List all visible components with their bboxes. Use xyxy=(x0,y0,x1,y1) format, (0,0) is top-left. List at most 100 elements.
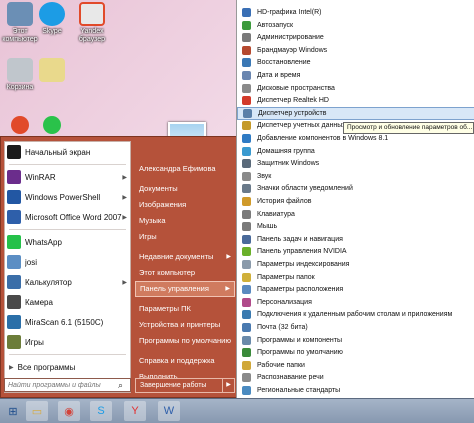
control-panel-item-label: Клавиатура xyxy=(257,210,295,218)
start-menu-item[interactable]: Справка и поддержка xyxy=(135,353,235,369)
program-item[interactable]: WhatsApp xyxy=(5,232,130,252)
program-item[interactable]: Калькулятор ▶ xyxy=(5,272,130,292)
control-panel-item[interactable]: Почта (32 бита) xyxy=(237,321,474,334)
control-panel-item-icon xyxy=(242,310,251,320)
search-box[interactable]: ⌕ xyxy=(4,378,131,392)
start-menu-item[interactable]: Изображения xyxy=(135,197,235,213)
control-panel-item[interactable]: Диспетчер устройств xyxy=(237,106,474,120)
all-programs-button[interactable]: ▶ Все программы xyxy=(5,357,130,377)
start-menu-item[interactable]: Игры xyxy=(135,229,235,245)
control-panel-item-label: Рабочие папки xyxy=(257,361,305,369)
program-label: Microsoft Office Word 2007 xyxy=(25,212,122,222)
yandex-browser-desktop-icon[interactable]: Yandex браузер xyxy=(72,2,112,44)
control-panel-item-label: Брандмауэр Windows xyxy=(257,46,328,54)
program-list: Начальный экран WinRAR ▶ Windows PowerShell… xyxy=(5,142,130,352)
control-panel-item[interactable]: HD-графика Intel(R) xyxy=(237,6,474,19)
start-menu-item[interactable]: Документы xyxy=(135,181,235,197)
start-menu-item[interactable]: Недавние документы ▶ xyxy=(135,249,235,265)
start-menu-item[interactable]: Параметры ПК xyxy=(135,301,235,317)
control-panel-item[interactable]: Программы и компоненты xyxy=(237,334,474,347)
program-label: Камера xyxy=(25,297,53,307)
explorer-taskbar-icon[interactable]: ▭ xyxy=(26,401,48,421)
control-panel-item-icon xyxy=(242,71,251,80)
search-input[interactable] xyxy=(5,380,118,390)
control-panel-item-icon xyxy=(242,33,251,43)
control-panel-item[interactable]: Рабочие папки xyxy=(237,359,474,372)
program-item[interactable]: Windows PowerShell ▶ xyxy=(5,187,130,207)
start-menu-item[interactable]: Программы по умолчанию xyxy=(135,333,235,349)
start-menu: Начальный экран WinRAR ▶ Windows PowerShell… xyxy=(0,136,238,398)
program-item[interactable]: Начальный экран xyxy=(5,142,130,162)
control-panel-item[interactable]: Персонализация xyxy=(237,296,474,309)
control-panel-item[interactable]: Восстановление xyxy=(237,56,474,69)
control-panel-item-icon xyxy=(242,209,251,219)
control-panel-item-label: Дисковые пространства xyxy=(257,84,335,92)
start-button[interactable]: ⊞ xyxy=(2,401,24,421)
control-panel-item[interactable]: Администрирование xyxy=(237,31,474,44)
control-panel-item[interactable]: Домашняя группа xyxy=(237,145,474,158)
shutdown-button[interactable]: Завершение работы ▶ xyxy=(135,378,235,393)
whatsapp-desktop-icon[interactable] xyxy=(32,116,72,136)
control-panel-item[interactable]: Диспетчер Realtek HD xyxy=(237,94,474,107)
control-panel-item[interactable]: Региональные стандарты xyxy=(237,384,474,397)
control-panel-item-icon xyxy=(242,45,251,55)
word-taskbar-icon[interactable]: W xyxy=(158,401,180,421)
control-panel-item[interactable]: Автозапуск xyxy=(237,19,474,32)
places-pane: Александра Ефимова Документы Изображения Му… xyxy=(135,161,235,385)
control-panel-item[interactable]: Распознавание речи xyxy=(237,371,474,384)
control-panel-item-label: Панель управления NVIDIA xyxy=(257,248,347,256)
chevron-right-icon: ▶ xyxy=(122,174,127,181)
program-icon xyxy=(7,275,21,289)
control-panel-item[interactable]: Параметры расположения xyxy=(237,283,474,296)
program-icon xyxy=(7,255,21,269)
control-panel-item[interactable]: Брандмауэр Windows xyxy=(237,44,474,57)
shutdown-options-arrow[interactable]: ▶ xyxy=(222,379,234,392)
control-panel-item[interactable]: Подключения к удаленным рабочим столам и… xyxy=(237,308,474,321)
program-item[interactable]: Microsoft Office Word 2007 ▶ xyxy=(5,207,130,227)
control-panel-item[interactable]: Дисковые пространства xyxy=(237,82,474,95)
folder-desktop-icon[interactable] xyxy=(32,58,72,84)
start-menu-item[interactable]: Панель управления ▶ xyxy=(135,281,235,297)
control-panel-item-icon xyxy=(242,83,251,93)
control-panel-item[interactable]: Значки области уведомлений xyxy=(237,182,474,195)
chrome-taskbar-icon[interactable]: ◉ xyxy=(58,401,80,421)
chevron-right-icon: ▶ xyxy=(122,194,127,201)
program-item[interactable]: MiraScan 6.1 (5150C) xyxy=(5,312,130,332)
taskbar: ⊞ ▭ ◉ S Y W xyxy=(0,398,474,423)
control-panel-item[interactable]: Мышь xyxy=(237,220,474,233)
skype-taskbar-icon[interactable]: S xyxy=(90,401,112,421)
control-panel-item-label: Дата и время xyxy=(257,72,301,79)
control-panel-item[interactable]: Параметры папок xyxy=(237,271,474,284)
program-item[interactable]: Камера xyxy=(5,292,130,312)
yandex-taskbar-icon[interactable]: Y xyxy=(124,401,146,421)
control-panel-item-label: Восстановление xyxy=(257,59,311,67)
control-panel-item[interactable]: Защитник Windows xyxy=(237,157,474,170)
control-panel-item[interactable]: Панель задач и навигация xyxy=(237,233,474,246)
start-menu-item[interactable]: Этот компьютер xyxy=(135,265,235,281)
control-panel-item-icon xyxy=(242,58,251,68)
start-menu-item[interactable]: Музыка xyxy=(135,213,235,229)
control-panel-item-icon xyxy=(242,184,251,194)
control-panel-item-icon xyxy=(242,159,251,169)
control-panel-item-label: Программы и компоненты xyxy=(257,336,343,344)
control-panel-item-icon xyxy=(242,247,251,257)
start-menu-item[interactable]: Александра Ефимова xyxy=(135,161,235,177)
control-panel-item[interactable]: Параметры индексирования xyxy=(237,258,474,271)
skype-desktop-icon[interactable]: Skype xyxy=(32,2,72,36)
start-menu-item[interactable]: Устройства и принтеры xyxy=(135,317,235,333)
chevron-right-icon: ▶ xyxy=(225,286,230,292)
shutdown-label: Завершение работы xyxy=(140,382,207,389)
control-panel-item[interactable]: Панель управления NVIDIA xyxy=(237,245,474,258)
control-panel-item[interactable]: История файлов xyxy=(237,195,474,208)
program-item[interactable]: josi xyxy=(5,252,130,272)
chrome-icon xyxy=(11,116,29,134)
control-panel-item-icon xyxy=(242,20,251,30)
program-item[interactable]: WinRAR ▶ xyxy=(5,167,130,187)
control-panel-item[interactable]: Клавиатура xyxy=(237,208,474,221)
search-icon[interactable]: ⌕ xyxy=(118,380,123,391)
control-panel-item[interactable]: Программы по умолчанию xyxy=(237,346,474,359)
program-item[interactable]: Игры xyxy=(5,332,130,352)
control-panel-item[interactable]: Звук xyxy=(237,170,474,183)
control-panel-item-label: Программы по умолчанию xyxy=(257,349,343,357)
control-panel-item[interactable]: Дата и время xyxy=(237,69,474,82)
